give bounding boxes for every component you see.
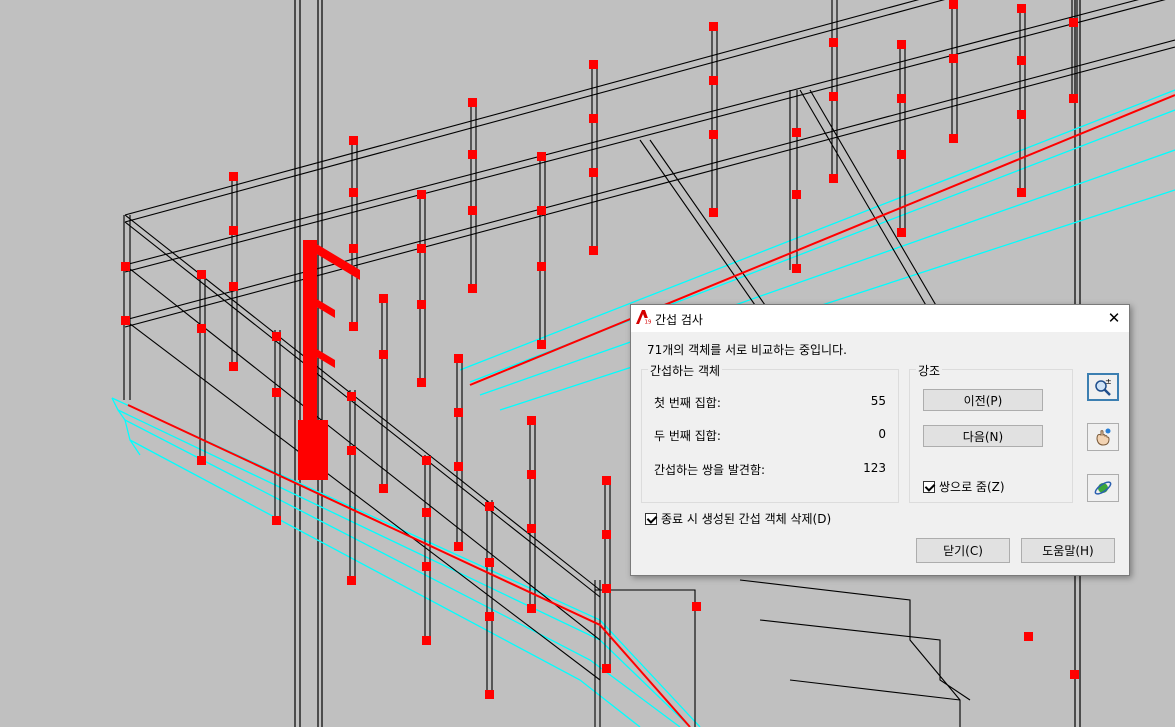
previous-button[interactable]: 이전(P) xyxy=(923,389,1043,411)
orbit-button[interactable] xyxy=(1087,474,1119,502)
close-icon[interactable]: ✕ xyxy=(1099,305,1129,332)
zoom-to-pair-label: 쌍으로 줌(Z) xyxy=(939,480,1005,494)
delete-on-close-checkbox[interactable] xyxy=(645,512,657,525)
pan-icon xyxy=(1096,428,1111,446)
pairs-found-value: 123 xyxy=(863,461,886,475)
dialog-title: 간섭 검사 xyxy=(655,313,703,327)
next-button[interactable]: 다음(N) xyxy=(923,425,1043,447)
help-button[interactable]: 도움말(H) xyxy=(1021,538,1115,563)
interfering-objects-group-title: 간섭하는 객체 xyxy=(648,362,723,379)
zoom-realtime-button[interactable]: ± xyxy=(1087,373,1119,401)
autocad-app-icon: 19 xyxy=(636,310,652,326)
interference-block xyxy=(298,240,360,480)
close-button[interactable]: 닫기(C) xyxy=(916,538,1010,563)
pan-button[interactable] xyxy=(1087,423,1119,451)
delete-on-close-option[interactable]: 종료 시 생성된 간섭 객체 삭제(D) xyxy=(645,510,831,527)
first-set-label: 첫 번째 집합: xyxy=(654,396,721,410)
zoom-realtime-icon: ± xyxy=(1095,377,1112,396)
svg-text:19: 19 xyxy=(645,320,652,326)
zoom-to-pair-option[interactable]: 쌍으로 줌(Z) xyxy=(923,478,1005,495)
interfering-objects-group: 간섭하는 객체 첫 번째 집합: 55 두 번째 집합: 0 간섭하는 쌍을 발… xyxy=(641,362,899,503)
zoom-to-pair-checkbox[interactable] xyxy=(923,480,935,493)
pairs-found-label: 간섭하는 쌍을 발견함: xyxy=(654,463,766,477)
svg-text:±: ± xyxy=(1105,377,1112,386)
orbit-icon xyxy=(1094,481,1112,495)
highlight-group: 강조 이전(P) 다음(N) 쌍으로 줌(Z) xyxy=(909,362,1073,503)
first-set-value: 55 xyxy=(870,394,886,408)
status-message: 71개의 객체를 서로 비교하는 중입니다. xyxy=(647,343,847,357)
dialog-titlebar[interactable]: 19 간섭 검사 ✕ xyxy=(631,305,1129,332)
interference-check-dialog: 19 간섭 검사 ✕ 71개의 객체를 서로 비교하는 중입니다. 간섭하는 객… xyxy=(630,304,1130,576)
delete-on-close-label: 종료 시 생성된 간섭 객체 삭제(D) xyxy=(661,512,832,526)
second-set-value: 0 xyxy=(878,427,886,441)
second-set-label: 두 번째 집합: xyxy=(654,429,721,443)
highlight-group-title: 강조 xyxy=(916,362,943,379)
